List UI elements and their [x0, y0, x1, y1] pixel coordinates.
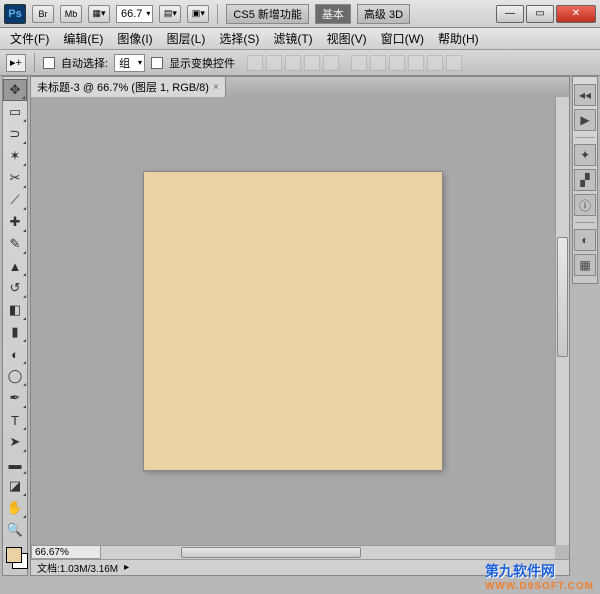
document-window: 未标题-3 @ 66.7% (图层 1, RGB/8) × 66.67% 文档:… [30, 76, 570, 576]
close-button[interactable]: ✕ [556, 5, 596, 23]
auto-select-combo[interactable]: 组 [114, 54, 145, 72]
align-icon[interactable] [304, 55, 320, 71]
menu-layer[interactable]: 图层(L) [161, 28, 212, 49]
minimize-button[interactable]: — [496, 5, 524, 23]
auto-select-label: 自动选择: [61, 55, 108, 71]
status-text: 文档:1.03M/3.16M [37, 560, 118, 575]
distribute-icon[interactable] [370, 55, 386, 71]
zoom-readout[interactable]: 66.67% [31, 545, 101, 559]
zoom-tool[interactable]: 🔍 [3, 519, 27, 541]
align-icon[interactable] [266, 55, 282, 71]
hand-tool[interactable]: ✋ [3, 497, 27, 519]
histogram-panel-icon[interactable]: ▞ [574, 169, 596, 191]
workspace-basic[interactable]: 基本 [315, 4, 351, 24]
stamp-tool[interactable]: ▲ [3, 255, 27, 277]
vertical-scrollbar[interactable] [555, 97, 569, 545]
distribute-group [351, 55, 462, 71]
workspace-cs5news[interactable]: CS5 新增功能 [226, 4, 308, 24]
distribute-icon[interactable] [427, 55, 443, 71]
title-bar: Ps Br Mb ▦▾ 66.7 ▤▾ ▣▾ CS5 新增功能 基本 高级 3D… [0, 0, 600, 28]
canvas-viewport[interactable] [31, 97, 555, 545]
workspace-3d[interactable]: 高级 3D [357, 4, 410, 24]
align-icon[interactable] [285, 55, 301, 71]
dodge-tool[interactable]: ◯ [3, 365, 27, 387]
watermark-line1: 第九软件网 [485, 561, 594, 581]
history-panel-icon[interactable]: ▶ [574, 109, 596, 131]
pen-tool[interactable]: ✒ [3, 387, 27, 409]
document-tab[interactable]: 未标题-3 @ 66.7% (图层 1, RGB/8) × [31, 77, 226, 97]
horizontal-scrollbar[interactable] [101, 545, 555, 559]
distribute-icon[interactable] [408, 55, 424, 71]
distribute-icon[interactable] [389, 55, 405, 71]
window-controls: — ▭ ✕ [496, 5, 596, 23]
arrange-icon[interactable]: ▤▾ [159, 5, 181, 23]
minibridge-button[interactable]: Mb [60, 5, 82, 23]
lasso-tool[interactable]: ⊃ [3, 123, 27, 145]
separator [217, 4, 218, 24]
color-panel-icon[interactable]: ◐ [574, 229, 596, 251]
distribute-icon[interactable] [351, 55, 367, 71]
fg-color-swatch[interactable] [6, 547, 22, 563]
toolbox: ✥ ▭ ⊃ ✶ ✂ ⟋ ✚ ✎ ▲ ↺ ◧ ▮ ◐ ◯ ✒ T ➤ ▬ ◪ ✋ … [2, 76, 28, 576]
brush-tool[interactable]: ✎ [3, 233, 27, 255]
document-tabstrip: 未标题-3 @ 66.7% (图层 1, RGB/8) × [31, 77, 569, 97]
type-tool[interactable]: T [3, 409, 27, 431]
maximize-button[interactable]: ▭ [526, 5, 554, 23]
menu-filter[interactable]: 滤镜(T) [267, 28, 318, 49]
menu-bar: 文件(F) 编辑(E) 图像(I) 图层(L) 选择(S) 滤镜(T) 视图(V… [0, 28, 600, 50]
menu-window[interactable]: 窗口(W) [375, 28, 430, 49]
canvas[interactable] [144, 172, 442, 470]
info-panel-icon[interactable]: ⓘ [574, 194, 596, 216]
align-group [247, 55, 339, 71]
blur-tool[interactable]: ◐ [3, 343, 27, 365]
separator [34, 53, 35, 73]
crop-tool[interactable]: ✂ [3, 167, 27, 189]
history-brush-tool[interactable]: ↺ [3, 277, 27, 299]
zoom-level-input[interactable]: 66.7 [116, 5, 153, 23]
color-swatches[interactable] [3, 545, 27, 573]
app-logo-icon: Ps [4, 4, 26, 24]
watermark: 第九软件网 WWW.D9SOFT.COM [485, 561, 594, 592]
show-transform-checkbox[interactable] [151, 57, 163, 69]
menu-select[interactable]: 选择(S) [213, 28, 265, 49]
scroll-thumb[interactable] [557, 237, 568, 357]
show-transform-label: 显示变换控件 [169, 55, 235, 71]
navigator-panel-icon[interactable]: ✦ [574, 144, 596, 166]
menu-view[interactable]: 视图(V) [321, 28, 373, 49]
shape-tool[interactable]: ▬ [3, 453, 27, 475]
menu-help[interactable]: 帮助(H) [432, 28, 485, 49]
menu-image[interactable]: 图像(I) [111, 28, 158, 49]
marquee-tool[interactable]: ▭ [3, 101, 27, 123]
options-bar: ▸+ 自动选择: 组 显示变换控件 [0, 50, 600, 76]
eraser-tool[interactable]: ◧ [3, 299, 27, 321]
status-menu-icon[interactable]: ▸ [124, 562, 129, 573]
swatches-panel-icon[interactable]: ▦ [574, 254, 596, 276]
path-select-tool[interactable]: ➤ [3, 431, 27, 453]
close-tab-icon[interactable]: × [213, 82, 219, 93]
watermark-line2: WWW.D9SOFT.COM [485, 581, 594, 592]
align-icon[interactable] [247, 55, 263, 71]
align-icon[interactable] [323, 55, 339, 71]
collapse-icon[interactable]: ◂◂ [574, 84, 596, 106]
healing-tool[interactable]: ✚ [3, 211, 27, 233]
bridge-button[interactable]: Br [32, 5, 54, 23]
quick-select-tool[interactable]: ✶ [3, 145, 27, 167]
eyedropper-tool[interactable]: ⟋ [3, 189, 27, 211]
panel-dock: ◂◂ ▶ ✦ ▞ ⓘ ◐ ▦ [572, 76, 598, 284]
menu-file[interactable]: 文件(F) [4, 28, 55, 49]
auto-select-checkbox[interactable] [43, 57, 55, 69]
move-tool[interactable]: ✥ [3, 79, 27, 101]
menu-edit[interactable]: 编辑(E) [57, 28, 109, 49]
distribute-icon[interactable] [446, 55, 462, 71]
zoom-value: 66.7 [121, 8, 142, 20]
document-tab-title: 未标题-3 @ 66.7% (图层 1, RGB/8) [37, 79, 209, 95]
screen-mode-icon[interactable]: ▦▾ [88, 5, 110, 23]
current-tool-icon[interactable]: ▸+ [6, 54, 26, 72]
auto-select-value: 组 [119, 55, 130, 71]
scroll-thumb[interactable] [181, 547, 361, 558]
extras-icon[interactable]: ▣▾ [187, 5, 209, 23]
gradient-tool[interactable]: ▮ [3, 321, 27, 343]
3d-tool[interactable]: ◪ [3, 475, 27, 497]
